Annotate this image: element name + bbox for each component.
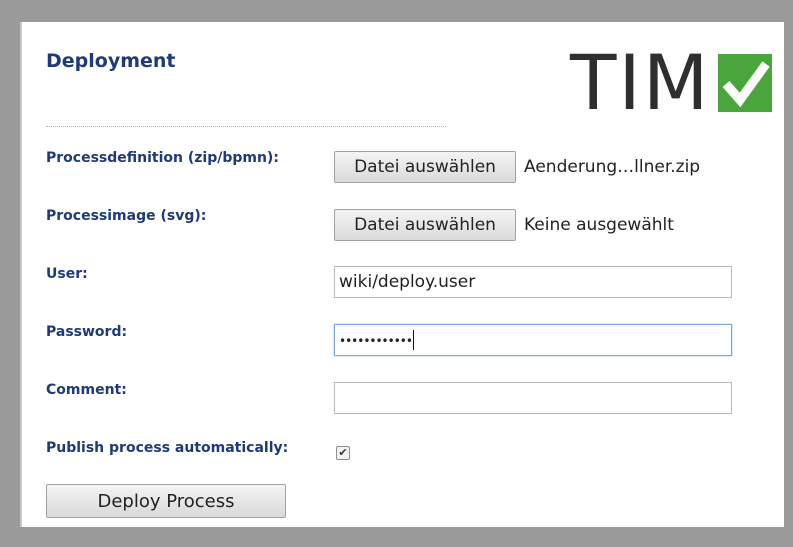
publish-automatically-label: Publish process automatically: [46, 440, 289, 456]
processimage-label: Processimage (svg): [46, 208, 207, 224]
processimage-filename: Keine ausgewählt [524, 215, 674, 235]
deploy-process-button[interactable]: Deploy Process [46, 484, 286, 518]
text-caret [412, 330, 414, 350]
comment-input[interactable] [334, 382, 732, 414]
comment-label: Comment: [46, 382, 127, 398]
password-input-value: •••••••••••• [339, 334, 413, 348]
divider [46, 126, 446, 127]
processdefinition-choose-file-button[interactable]: Datei auswählen [334, 151, 516, 183]
password-input[interactable]: •••••••••••• [334, 324, 732, 356]
processimage-choose-file-button[interactable]: Datei auswählen [334, 209, 516, 241]
user-input-value: wiki/deploy.user [339, 272, 476, 292]
deployment-panel: Deployment TIM Processdefinition (zip/bp… [20, 22, 784, 527]
processdefinition-filename: Aenderung…llner.zip [524, 157, 701, 177]
tim-logo: TIM [570, 38, 780, 127]
user-input[interactable]: wiki/deploy.user [334, 266, 732, 298]
user-label: User: [46, 266, 88, 282]
password-label: Password: [46, 324, 128, 340]
page-title: Deployment [46, 50, 176, 72]
processdefinition-label: Processdefinition (zip/bpmn): [46, 150, 279, 166]
publish-automatically-checkbox[interactable]: ✔ [336, 446, 350, 460]
logo-text: TIM [570, 38, 711, 127]
checkmark-icon [718, 54, 772, 112]
